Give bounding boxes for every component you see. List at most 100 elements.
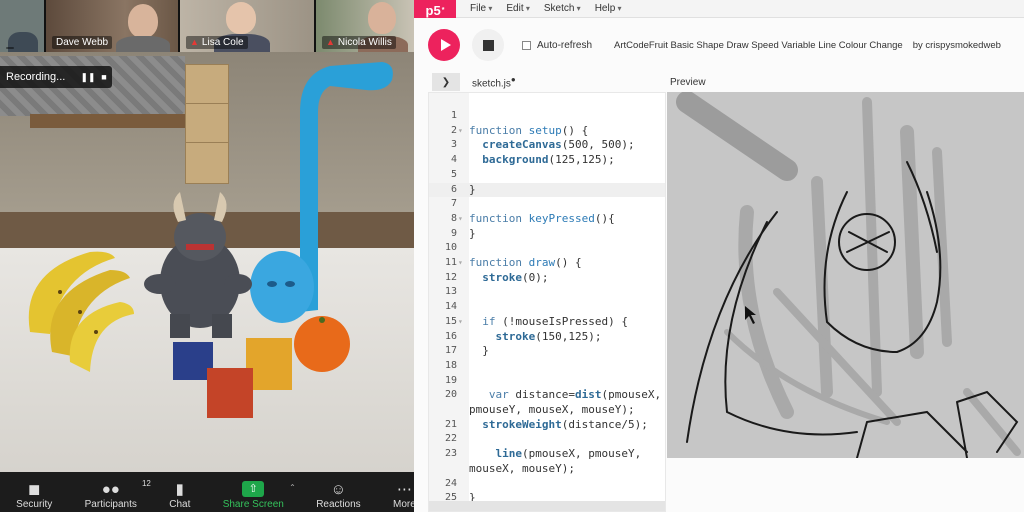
code-line[interactable]: 20 var distance=dist(pmouseX,: [429, 388, 665, 403]
code-line[interactable]: 13: [429, 285, 665, 300]
code-text: function setup() {: [469, 123, 589, 137]
active-speaker-video: Recording... ❚❚ ■: [0, 52, 414, 472]
more-button[interactable]: ⋯ More: [393, 481, 414, 510]
participants-button[interactable]: ●● 12 Participants: [85, 479, 151, 510]
code-text: if (!mouseIsPressed) {: [482, 314, 628, 328]
zoom-meeting-toolbar: ◼ Security ●● 12 Participants ▮ Chat ⇧ S…: [0, 472, 414, 512]
security-button[interactable]: ◼ Security: [16, 481, 52, 510]
pause-recording-icon[interactable]: ❚❚: [80, 72, 96, 83]
code-line[interactable]: 23 line(pmouseX, pmouseY,: [429, 447, 665, 462]
code-line[interactable]: 18: [429, 359, 665, 374]
code-line[interactable]: mouseX, mouseY);: [429, 462, 665, 477]
fold-arrow-icon[interactable]: ▾: [458, 212, 463, 227]
code-line[interactable]: 6}: [429, 182, 665, 198]
code-text: strokeWeight(distance/5);: [482, 417, 648, 431]
muted-mic-icon: ▲: [326, 37, 335, 47]
line-number: 9: [450, 227, 457, 239]
share-arrow-icon: ⇧: [242, 481, 265, 497]
menu-edit[interactable]: Edit: [506, 3, 529, 14]
code-line[interactable]: 9}: [429, 227, 665, 242]
code-line[interactable]: 3 createCanvas(500, 500);: [429, 138, 665, 153]
stop-recording-icon[interactable]: ■: [96, 72, 112, 82]
code-editor[interactable]: 1 2 ▾ function setup() {3 createCanvas(500,…: [428, 92, 666, 512]
line-number: 24: [444, 477, 457, 489]
code-line[interactable]: pmouseY, mouseX, mouseY);: [429, 403, 665, 418]
horizontal-scrollbar[interactable]: [429, 501, 665, 511]
collapse-sidebar-button[interactable]: ❯: [432, 73, 460, 91]
chat-button[interactable]: ▮ Chat: [169, 481, 190, 510]
code-line[interactable]: 19: [429, 374, 665, 389]
participant-tile[interactable]: [0, 0, 46, 52]
participant-tile[interactable]: Dave Webb: [46, 0, 180, 52]
menu-help[interactable]: Help: [595, 3, 622, 14]
chevron-up-icon[interactable]: ⌃: [289, 483, 296, 492]
menu-file[interactable]: File: [470, 3, 492, 14]
code-line[interactable]: 2 ▾ function setup() {: [429, 124, 665, 139]
editor-toolbar: Auto-refresh ArtCodeFruit Basic Shape Dr…: [414, 18, 1024, 72]
reactions-button[interactable]: ☺ Reactions: [316, 481, 360, 510]
code-line[interactable]: 1: [429, 109, 665, 124]
code-line[interactable]: 17 }: [429, 344, 665, 359]
code-text: stroke(150,125);: [495, 329, 602, 343]
stop-button[interactable]: [472, 29, 504, 61]
participant-name: ▲ Lisa Cole: [186, 36, 248, 49]
line-number: 21: [444, 418, 457, 430]
zoom-meeting-window: Dave Webb ▲ Lisa Cole ▲ Nicola Willis Re…: [0, 0, 414, 512]
code-text: line(pmouseX, pmouseY,: [495, 447, 642, 461]
code-line[interactable]: 21 strokeWeight(distance/5);: [429, 418, 665, 433]
line-number: 22: [444, 433, 457, 445]
code-line[interactable]: 5: [429, 168, 665, 183]
sketch-drawing: [676, 92, 1021, 458]
file-tab-sketch-js[interactable]: sketch.js●: [472, 75, 516, 89]
code-text: createCanvas(500, 500);: [482, 138, 635, 152]
line-number: 12: [444, 271, 457, 283]
code-text: }: [469, 182, 476, 196]
preview-label: Preview: [670, 76, 706, 88]
unsaved-dot-icon: ●: [510, 74, 516, 84]
fold-arrow-icon[interactable]: ▾: [458, 124, 463, 139]
code-line[interactable]: 12 stroke(0);: [429, 271, 665, 286]
participant-name: [6, 47, 14, 49]
participant-tile[interactable]: ▲ Nicola Willis: [316, 0, 414, 52]
code-line[interactable]: 11 ▾ function draw() {: [429, 256, 665, 271]
code-line[interactable]: 14: [429, 300, 665, 315]
editor-menubar: p5* File Edit Sketch Help: [414, 0, 1024, 21]
code-line[interactable]: 8 ▾ function keyPressed(){: [429, 212, 665, 227]
participant-tile[interactable]: ▲ Lisa Cole: [180, 0, 316, 52]
code-line[interactable]: 7: [429, 197, 665, 212]
line-number: 19: [444, 374, 457, 386]
code-line[interactable]: 24: [429, 477, 665, 492]
smiley-icon: ☺: [330, 481, 347, 498]
code-text: function draw() {: [469, 256, 582, 269]
line-number: 23: [444, 448, 457, 460]
code-line[interactable]: 16 stroke(150,125);: [429, 330, 665, 345]
auto-refresh-checkbox[interactable]: [522, 40, 531, 50]
play-button[interactable]: [428, 29, 460, 61]
sketch-preview-canvas[interactable]: [667, 92, 1024, 458]
menu-sketch[interactable]: Sketch: [544, 3, 581, 14]
participant-thumbnail-strip: Dave Webb ▲ Lisa Cole ▲ Nicola Willis: [0, 0, 414, 52]
code-line[interactable]: 15 ▾ if (!mouseIsPressed) {: [429, 315, 665, 330]
still-life-objects-image: [28, 62, 393, 418]
line-number: 6: [450, 183, 457, 195]
code-line[interactable]: 4 background(125,125);: [429, 153, 665, 168]
line-number: 7: [450, 198, 457, 210]
fold-arrow-icon[interactable]: ▾: [458, 315, 463, 330]
fold-arrow-icon[interactable]: ▾: [458, 256, 463, 271]
sketch-title[interactable]: ArtCodeFruit Basic Shape Draw Speed Vari…: [614, 40, 903, 51]
chevron-right-icon: ❯: [441, 76, 451, 88]
line-number: 10: [444, 242, 457, 254]
share-screen-button[interactable]: ⇧ Share Screen ⌃: [223, 481, 296, 510]
code-line[interactable]: 22: [429, 432, 665, 447]
code-line[interactable]: 10: [429, 241, 665, 256]
line-number: 2: [450, 124, 457, 136]
line-number: 3: [450, 139, 457, 151]
sketch-author[interactable]: by crispysmokedweb: [913, 40, 1001, 51]
line-number: 1: [450, 110, 457, 121]
line-number: 14: [444, 301, 457, 313]
code-text: mouseX, mouseY);: [469, 461, 575, 475]
recording-indicator: Recording... ❚❚ ■: [0, 66, 112, 88]
line-number: 15: [444, 315, 457, 327]
code-text: var distance=dist(pmouseX,: [488, 388, 662, 402]
participant-name: ▲ Nicola Willis: [322, 36, 396, 49]
